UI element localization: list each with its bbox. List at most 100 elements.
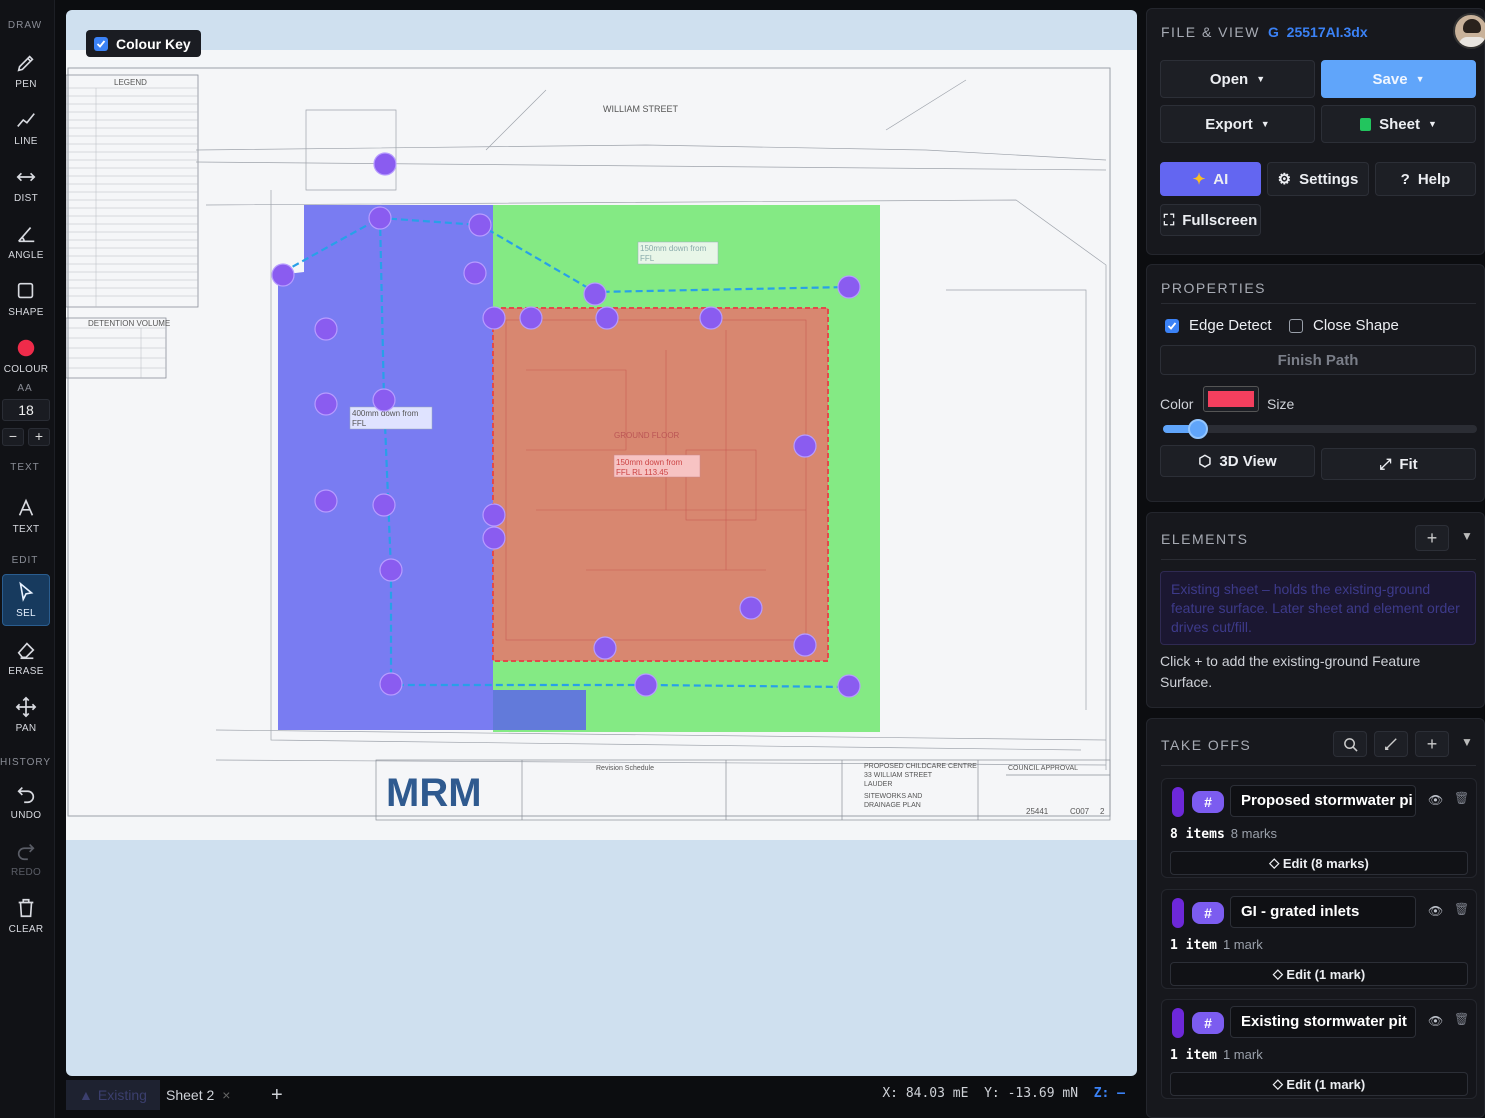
close-shape-checkbox[interactable]	[1289, 318, 1303, 333]
vertex-marker	[793, 434, 817, 458]
x-label: X:	[882, 1086, 898, 1101]
takeoff-color-swatch[interactable]	[1172, 898, 1184, 928]
settings-label: Settings	[1299, 170, 1359, 188]
tool-undo-label: UNDO	[10, 810, 42, 821]
tool-pen[interactable]: PEN	[2, 45, 50, 97]
open-label: Open	[1209, 70, 1249, 88]
tool-undo[interactable]: UNDO	[2, 776, 50, 828]
avatar[interactable]	[1453, 13, 1485, 49]
hash-icon[interactable]: #	[1192, 791, 1224, 813]
colour-key-checkbox[interactable]	[94, 36, 108, 51]
tab-existing[interactable]: ▲ Existing	[66, 1080, 160, 1110]
tool-select[interactable]: SEL	[2, 574, 50, 626]
tool-erase[interactable]: ERASE	[2, 632, 50, 684]
section-history: HISTORY	[0, 757, 52, 768]
tool-dist[interactable]: DIST	[2, 159, 50, 211]
fit-button[interactable]: ⤢ Fit	[1321, 448, 1476, 480]
takeoff-mark-count: 1 mark	[1222, 937, 1263, 952]
takeoff-mark-count: 8 marks	[1230, 826, 1278, 841]
add-takeoff-button[interactable]: +	[1415, 731, 1449, 757]
aa-decrease-button[interactable]: −	[2, 428, 24, 446]
square-icon	[17, 282, 34, 299]
ai-button[interactable]: ✦ AI	[1160, 162, 1261, 196]
takeoff-item[interactable]: # GI - grated inlets 👁 🗑 1 item 1 mark ◇ …	[1161, 889, 1477, 989]
tool-shape-label: SHAPE	[8, 307, 44, 318]
tool-pan[interactable]: PAN	[2, 689, 50, 741]
tool-line[interactable]: LINE	[2, 102, 50, 154]
size-slider[interactable]	[1163, 419, 1477, 439]
colour-key-toggle[interactable]: Colour Key	[86, 30, 201, 57]
drawing-canvas[interactable]: LEGEND DETENTION VOLUME 150mm down from …	[66, 10, 1137, 1076]
takeoff-color-swatch[interactable]	[1172, 787, 1184, 817]
pen-icon	[17, 55, 34, 72]
help-button[interactable]: ? Help	[1375, 162, 1476, 196]
3d-view-button[interactable]: ⬡ 3D View	[1160, 445, 1315, 477]
edge-detect-checkbox[interactable]	[1165, 318, 1179, 333]
open-button[interactable]: Open ▼	[1160, 60, 1315, 98]
add-sheet-button[interactable]: +	[271, 1080, 283, 1110]
close-shape-option[interactable]: Close Shape	[1289, 317, 1399, 334]
finish-path-button[interactable]: Finish Path	[1160, 345, 1476, 375]
takeoff-edit-button[interactable]: ◇ Edit (1 mark)	[1170, 962, 1468, 986]
add-element-button[interactable]: +	[1415, 525, 1449, 551]
site-plan-sheet[interactable]: LEGEND DETENTION VOLUME 150mm down from …	[66, 50, 1137, 840]
aa-increase-button[interactable]: +	[28, 428, 50, 446]
trash-icon[interactable]: 🗑	[1454, 1012, 1469, 1026]
undo-icon	[17, 786, 35, 804]
vertex-marker	[739, 596, 763, 620]
vertex-marker	[593, 636, 617, 660]
settings-button[interactable]: ⚙ Settings	[1267, 162, 1369, 196]
takeoff-color-swatch[interactable]	[1172, 1008, 1184, 1038]
tool-angle[interactable]: ANGLE	[2, 216, 50, 268]
note-green-line2: FFL	[640, 254, 655, 263]
site-plan-drawing: LEGEND DETENTION VOLUME 150mm down from …	[66, 67, 1111, 821]
trash-icon[interactable]: 🗑	[1454, 902, 1469, 916]
takeoff-name[interactable]: Proposed stormwater pi	[1230, 785, 1416, 817]
takeoff-item[interactable]: # Existing stormwater pit 👁 🗑 1 item 1 ma…	[1161, 999, 1477, 1099]
sheet-button[interactable]: Sheet ▼	[1321, 105, 1476, 143]
revision-schedule-label: Revision Schedule	[596, 765, 654, 772]
tool-line-label: LINE	[14, 136, 38, 147]
tool-colour[interactable]: COLOUR	[2, 330, 50, 382]
hash-icon[interactable]: #	[1192, 1012, 1224, 1034]
collapse-triangle-icon[interactable]: ▼	[1461, 529, 1473, 543]
search-takeoffs-button[interactable]	[1333, 731, 1367, 757]
export-button[interactable]: Export ▼	[1160, 105, 1315, 143]
tool-shape[interactable]: SHAPE	[2, 273, 50, 325]
vertex-marker	[634, 673, 658, 697]
hash-icon[interactable]: #	[1192, 902, 1224, 924]
eye-icon[interactable]: 👁	[1428, 793, 1443, 807]
takeoff-name[interactable]: Existing stormwater pit	[1230, 1006, 1416, 1038]
takeoff-edit-label: Edit (1 mark)	[1286, 966, 1366, 982]
size-slider-thumb[interactable]	[1187, 419, 1208, 439]
takeoff-edit-button[interactable]: ◇ Edit (8 marks)	[1170, 851, 1468, 875]
edge-detect-option[interactable]: Edge Detect	[1165, 317, 1272, 334]
tool-select-label: SEL	[16, 608, 36, 619]
triangle-icon: ▲	[79, 1087, 93, 1103]
close-icon[interactable]: ×	[222, 1087, 230, 1103]
color-picker[interactable]	[1203, 386, 1259, 412]
tool-clear[interactable]: CLEAR	[2, 890, 50, 942]
help-label: Help	[1417, 170, 1451, 188]
tab-existing-label: Existing	[97, 1087, 147, 1103]
takeoff-item[interactable]: # Proposed stormwater pi 👁 🗑 8 items 8 ma…	[1161, 778, 1477, 878]
trash-icon[interactable]: 🗑	[1454, 791, 1469, 805]
vertex-marker	[379, 558, 403, 582]
tool-colour-label: COLOUR	[3, 364, 49, 375]
ground-floor-label: GROUND FLOOR	[614, 431, 680, 440]
takeoff-edit-button[interactable]: ◇ Edit (1 mark)	[1170, 1072, 1468, 1096]
takeoff-name[interactable]: GI - grated inlets	[1230, 896, 1416, 928]
tool-redo[interactable]: REDO	[2, 833, 50, 885]
measure-takeoff-button[interactable]	[1374, 731, 1408, 757]
tool-dist-label: DIST	[14, 193, 38, 204]
tab-sheet-2[interactable]: Sheet 2 ×	[166, 1080, 230, 1110]
tool-text[interactable]: TEXT	[2, 490, 50, 542]
eye-icon[interactable]: 👁	[1428, 1014, 1443, 1028]
aa-size-value[interactable]: 18	[2, 399, 50, 421]
fullscreen-button[interactable]: ⛶ Fullscreen	[1160, 204, 1261, 236]
collapse-triangle-icon[interactable]: ▼	[1461, 735, 1473, 749]
vertex-marker	[519, 306, 543, 330]
tab-sheet-2-label: Sheet 2	[166, 1087, 215, 1103]
save-button[interactable]: Save ▼	[1321, 60, 1476, 98]
eye-icon[interactable]: 👁	[1428, 904, 1443, 918]
